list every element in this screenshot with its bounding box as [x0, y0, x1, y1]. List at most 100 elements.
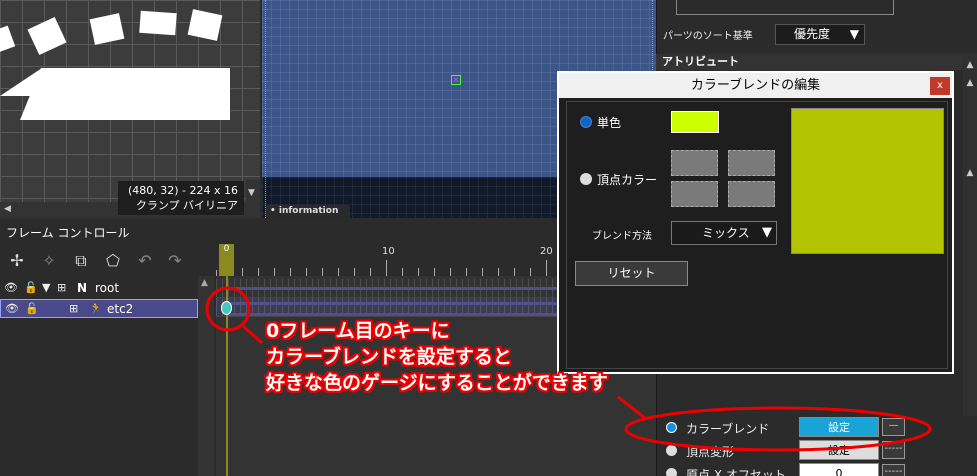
layer-toolbar: ✢ ✧ ⧉ ⬠ ↶ ↷ — [0, 244, 220, 276]
vertex-deform-label: 頂点変形 — [686, 445, 735, 459]
canvas-border-left — [265, 0, 266, 218]
undo-text-icon[interactable]: ↶ — [134, 250, 156, 272]
ruler-tick — [322, 268, 323, 276]
color-blend-radio[interactable] — [666, 422, 677, 433]
origin-marker-icon[interactable]: × — [451, 75, 461, 85]
blend-method-select[interactable]: ミックス ▼ — [671, 221, 777, 245]
annotation-line-1: 0フレーム目のキーに — [266, 320, 450, 342]
texture-part — [27, 16, 67, 56]
lock-icon[interactable]: 🔓 — [25, 301, 39, 317]
vertex-color-top-left[interactable] — [671, 150, 718, 176]
ruler-tick — [482, 268, 483, 276]
ruler-tick — [434, 268, 435, 276]
redo-text-icon[interactable]: ↷ — [164, 250, 186, 272]
eye-icon[interactable]: 👁 — [4, 280, 18, 296]
ruler-tick — [386, 260, 387, 276]
scroll-up-arrow-icon[interactable]: ▲ — [201, 278, 208, 288]
ruler-tick — [354, 268, 355, 276]
texture-part — [20, 68, 230, 120]
vertex-color-label: 頂点カラー — [597, 173, 658, 187]
vertex-deform-radio[interactable] — [666, 445, 677, 456]
color-blend-settings-button[interactable]: 設定 — [799, 417, 879, 437]
attribute-row-color-blend: カラーブレンド 設定 — — [656, 417, 963, 439]
playhead-frame-label: 0 — [223, 244, 230, 254]
blend-method-label: ブレンド方法 — [592, 231, 652, 242]
color-blend-label: カラーブレンド — [686, 422, 770, 436]
texture-part — [187, 9, 223, 41]
layer-list-scrollbar[interactable]: ▲ — [198, 276, 214, 476]
name-input[interactable] — [676, 0, 894, 15]
shape-icon[interactable]: ⬠ — [102, 250, 124, 272]
ruler-tick — [242, 268, 243, 276]
sort-criteria-label: パーツのソート基準 — [663, 31, 753, 42]
reset-button[interactable]: リセット — [575, 261, 688, 286]
blend-method-value: ミックス — [702, 226, 750, 240]
eye-icon[interactable]: 👁 — [5, 301, 19, 317]
layer-row-root[interactable]: 👁 🔓 ▼ ⊞ N root — [0, 279, 198, 298]
dropdown-arrow-icon: ▼ — [849, 27, 859, 41]
dialog-title[interactable]: カラーブレンドの編集 — [559, 73, 952, 98]
origin-x-clear-button[interactable]: ----- — [882, 464, 905, 476]
layer-type-letter: N — [77, 281, 88, 295]
keyframe-marker[interactable] — [221, 301, 232, 315]
texture-part — [139, 10, 177, 36]
color-blend-clear-button[interactable]: — — [882, 418, 905, 436]
vertex-color-bottom-left[interactable] — [671, 181, 718, 207]
attribute-row-vertex-deform: 頂点変形 設定 ----- — [656, 440, 963, 462]
lock-icon[interactable]: 🔓 — [24, 280, 38, 296]
color-preview — [791, 108, 944, 254]
sort-criteria-select[interactable]: 優先度 ▼ — [775, 24, 865, 45]
layer-name: root — [95, 281, 120, 295]
copy-layer-icon[interactable]: ⧉ — [70, 250, 92, 272]
annotation-line-2: カラーブレンドを設定すると — [266, 346, 512, 368]
property-panel-scrollbar[interactable]: ▲ ▲ ▲ — [963, 56, 977, 416]
expand-box-icon[interactable]: ⊞ — [69, 301, 78, 317]
information-tab[interactable]: • information — [266, 205, 350, 218]
single-color-swatch[interactable] — [671, 111, 719, 133]
origin-x-radio[interactable] — [666, 468, 677, 476]
single-color-label: 単色 — [597, 116, 622, 130]
attribute-row-origin-x: 原点 X オフセット 0 ----- — [656, 463, 963, 476]
scroll-left-arrow-icon[interactable]: ◀ — [4, 204, 11, 214]
dialog-close-button[interactable]: x — [930, 77, 950, 95]
layer-row-etc2[interactable]: 👁 🔓 ⊞ 🏃 etc2 — [0, 299, 198, 318]
collapse-arrow-icon[interactable]: ▼ — [42, 280, 50, 296]
texture-coords: (480, 32) - 224 x 16 — [127, 184, 238, 197]
scroll-up-arrow-icon[interactable]: ▲ — [963, 166, 977, 180]
texture-part — [89, 13, 125, 45]
attributes-header[interactable]: アトリビュート — [656, 54, 977, 70]
information-tab-label: information — [278, 206, 339, 216]
texture-part — [0, 25, 16, 53]
add-null-icon[interactable]: ✧ — [38, 250, 60, 272]
vertex-color-radio[interactable] — [580, 173, 592, 185]
texture-info-box: (480, 32) - 224 x 16 クランプ バイリニア — [118, 181, 244, 215]
scroll-down-arrow-icon[interactable]: ▼ — [248, 188, 255, 198]
ruler-tick — [258, 268, 259, 276]
expand-box-icon[interactable]: ⊞ — [57, 280, 66, 296]
ruler-tick — [290, 268, 291, 276]
scroll-up-arrow-icon[interactable]: ▲ — [963, 58, 977, 72]
vertex-deform-clear-button[interactable]: ----- — [882, 441, 905, 459]
single-color-radio[interactable] — [580, 116, 592, 128]
ruler-tick — [306, 268, 307, 276]
ruler-tick — [466, 268, 467, 276]
add-part-icon[interactable]: ✢ — [6, 250, 28, 272]
origin-x-input[interactable]: 0 — [799, 463, 879, 476]
ruler-tick — [450, 268, 451, 276]
texture-vertical-scrollbar[interactable]: ▼ — [246, 180, 260, 218]
part-figure-icon: 🏃 — [89, 302, 103, 315]
ruler-tick — [338, 268, 339, 276]
layer-list: 👁 🔓 ▼ ⊞ N root 👁 🔓 ⊞ 🏃 etc2 — [0, 276, 198, 476]
annotation-line-3: 好きな色のゲージにすることができます — [266, 372, 608, 394]
texture-filter-mode: クランプ バイリニア — [135, 199, 238, 212]
ruler-tick — [418, 268, 419, 276]
tab-dot-icon: • — [270, 206, 279, 216]
vertex-deform-settings-button[interactable]: 設定 — [799, 440, 879, 460]
ruler-tick — [274, 268, 275, 276]
dropdown-arrow-icon: ▼ — [762, 225, 772, 240]
ruler-label-10: 10 — [382, 246, 395, 257]
ruler-tick — [402, 268, 403, 276]
scroll-up-arrow-icon[interactable]: ▲ — [963, 76, 977, 90]
vertex-color-top-right[interactable] — [728, 150, 775, 176]
vertex-color-bottom-right[interactable] — [728, 181, 775, 207]
